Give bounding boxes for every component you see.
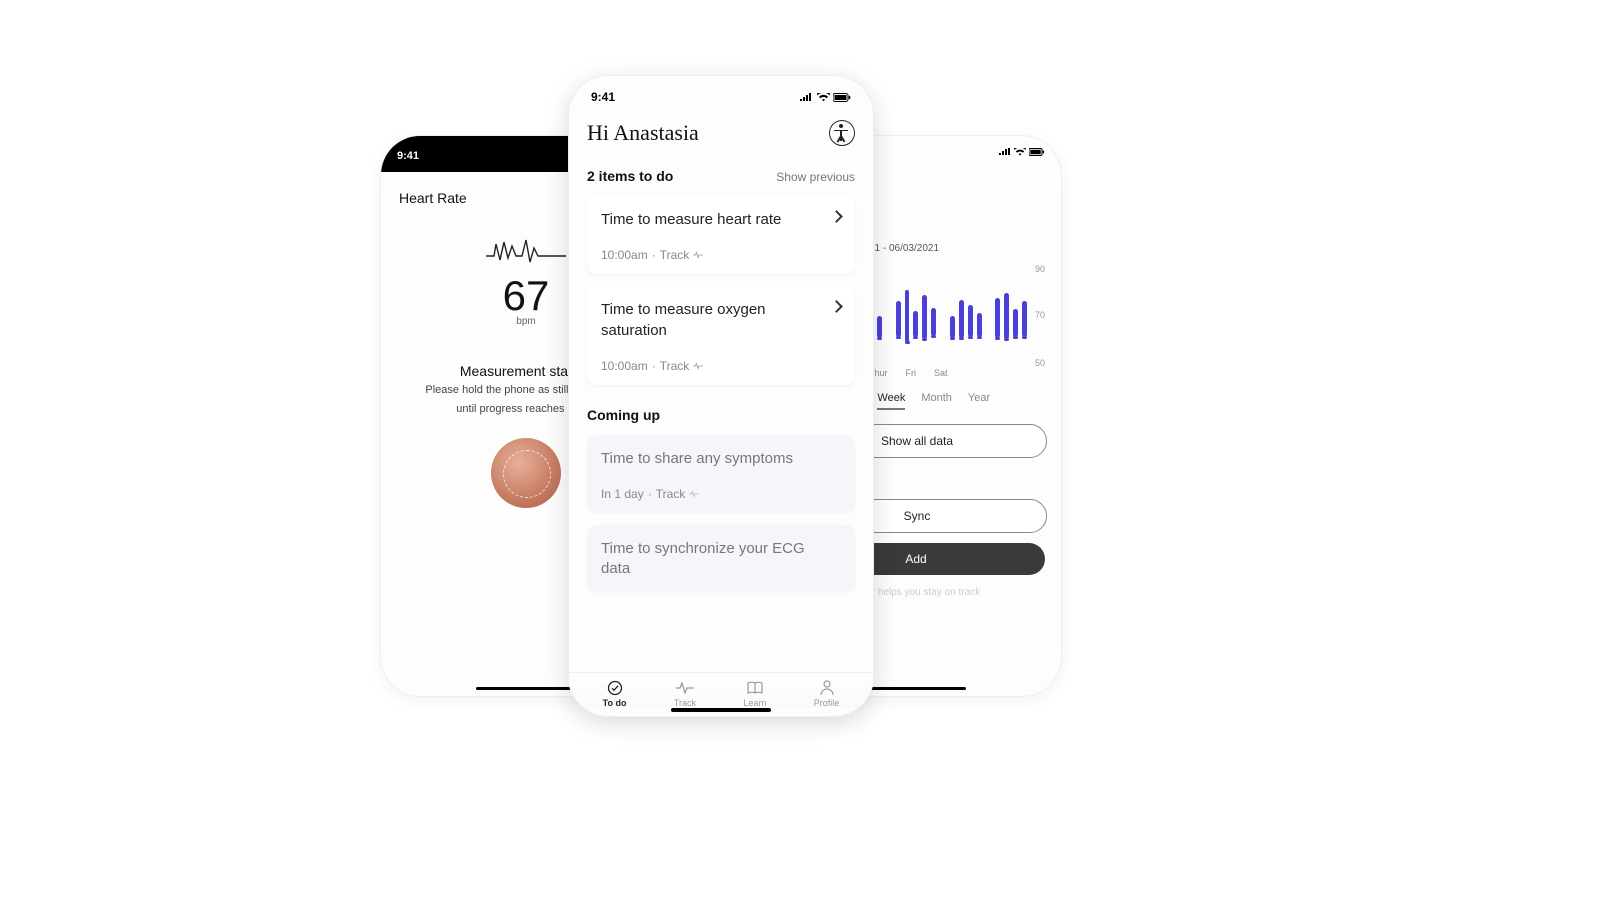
pulse-icon xyxy=(689,490,699,498)
profile-icon xyxy=(818,681,836,695)
task-time: 10:00am xyxy=(601,359,648,373)
task-time: In 1 day xyxy=(601,487,644,501)
check-circle-icon xyxy=(606,681,624,695)
phone-todo-dashboard: 9:41 Hi Anastasia 2 items to do Show pre… xyxy=(568,75,874,717)
task-category: Track xyxy=(660,248,690,262)
period-tab-year[interactable]: Year xyxy=(968,392,990,410)
task-title: Time to measure oxygen saturation xyxy=(601,300,841,341)
task-category: Track xyxy=(656,487,686,501)
home-indicator[interactable] xyxy=(476,687,576,690)
book-icon xyxy=(746,681,764,695)
y-tick-50: 50 xyxy=(1035,358,1045,368)
tasks-count-label: 2 items to do xyxy=(587,168,673,184)
status-time: 9:41 xyxy=(397,150,419,162)
tab-label: Learn xyxy=(743,698,766,708)
upcoming-card-symptoms[interactable]: Time to share any symptoms In 1 day · Tr… xyxy=(587,435,855,513)
bottom-tab-bar: To do Track Learn Profile xyxy=(569,672,873,708)
status-icons xyxy=(800,93,851,102)
status-bar: 9:41 xyxy=(569,76,873,110)
home-indicator[interactable] xyxy=(671,708,771,712)
task-title: Time to share any symptoms xyxy=(601,449,841,469)
period-tab-week[interactable]: Week xyxy=(877,392,905,410)
coming-up-heading: Coming up xyxy=(587,407,855,423)
pulse-icon xyxy=(676,681,694,695)
tab-track[interactable]: Track xyxy=(674,681,696,708)
status-time: 9:41 xyxy=(591,90,615,104)
status-icons xyxy=(999,148,1045,156)
period-tab-month[interactable]: Month xyxy=(921,392,952,410)
tab-todo[interactable]: To do xyxy=(603,681,627,708)
home-indicator[interactable] xyxy=(866,687,966,690)
y-tick-70: 70 xyxy=(1035,310,1045,320)
task-title: Time to measure heart rate xyxy=(601,210,841,230)
heart-rate-waveform-icon xyxy=(486,232,566,266)
accessibility-icon[interactable] xyxy=(829,120,855,146)
tab-label: To do xyxy=(603,698,627,708)
fingertip-sensor-graphic xyxy=(491,438,561,508)
tab-label: Profile xyxy=(814,698,840,708)
pulse-icon xyxy=(693,362,703,370)
x-label: Fri xyxy=(906,368,917,378)
tab-label: Track xyxy=(674,698,696,708)
task-category: Track xyxy=(660,359,690,373)
tab-learn[interactable]: Learn xyxy=(743,681,766,708)
tab-profile[interactable]: Profile xyxy=(814,681,840,708)
task-title: Time to synchronize your ECG data xyxy=(601,539,841,580)
show-previous-link[interactable]: Show previous xyxy=(776,170,855,184)
task-card-oxygen-saturation[interactable]: Time to measure oxygen saturation 10:00a… xyxy=(587,286,855,385)
task-card-heart-rate[interactable]: Time to measure heart rate 10:00am · Tra… xyxy=(587,196,855,274)
pulse-icon xyxy=(693,251,703,259)
task-time: 10:00am xyxy=(601,248,648,262)
y-tick-90: 90 xyxy=(1035,264,1045,274)
x-label: Sat xyxy=(934,368,948,378)
greeting: Hi Anastasia xyxy=(587,120,699,146)
upcoming-card-ecg-sync[interactable]: Time to synchronize your ECG data xyxy=(587,525,855,592)
